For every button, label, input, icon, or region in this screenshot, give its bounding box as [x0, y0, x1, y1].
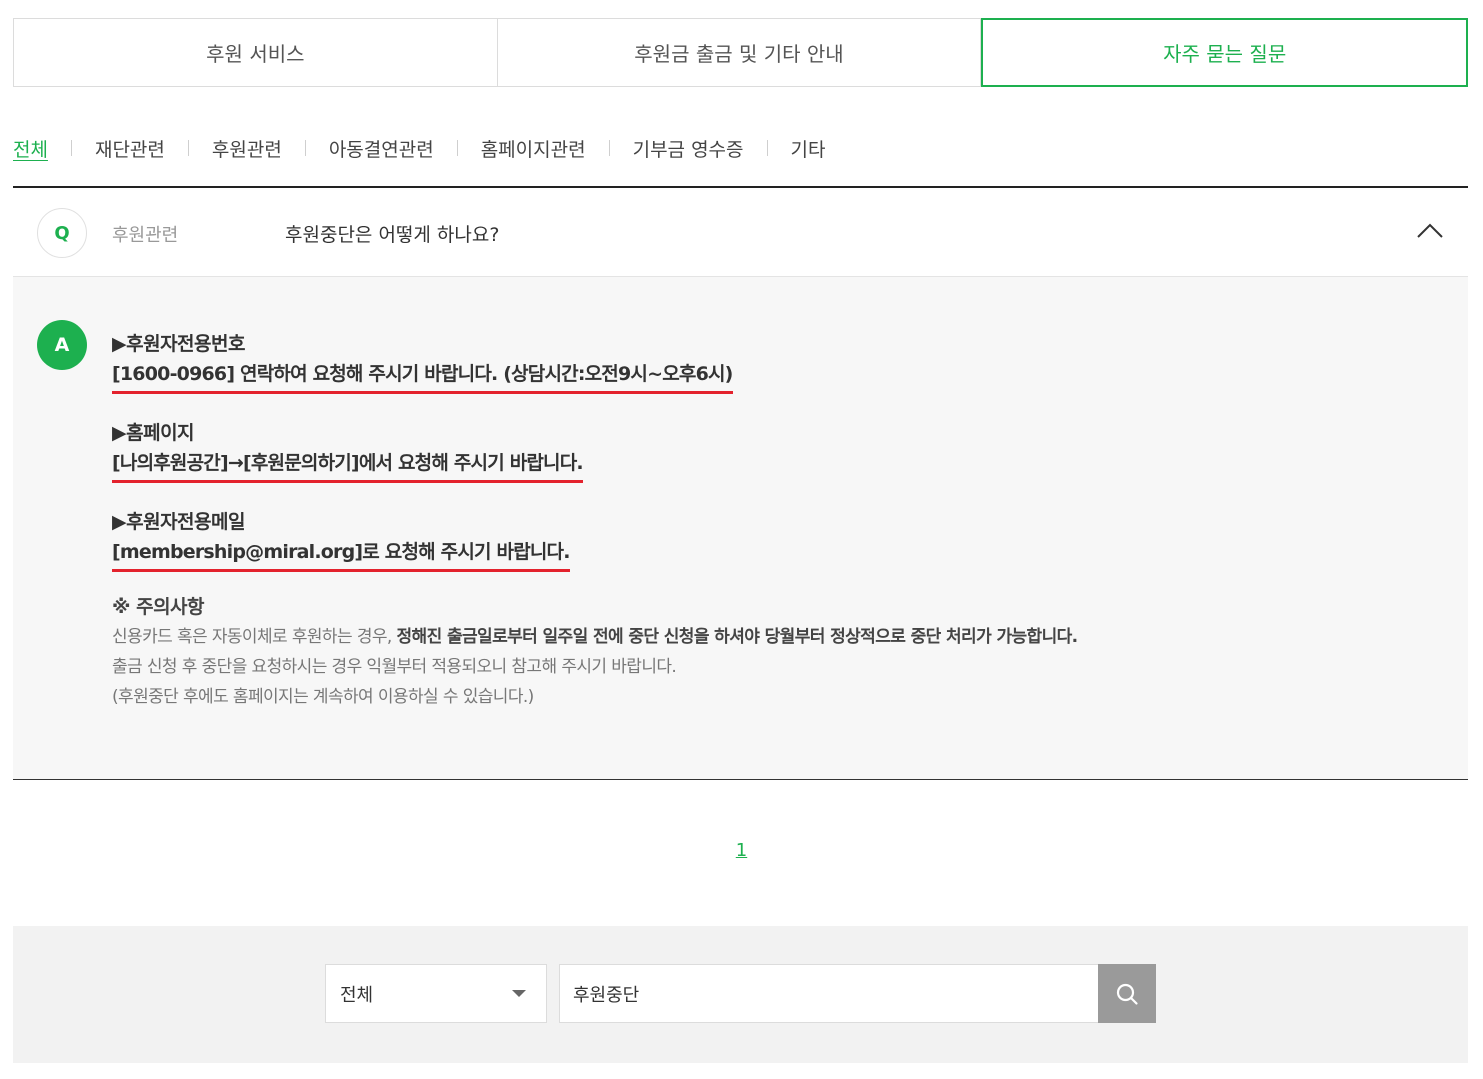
answer-block-homepage: ▶홈페이지 [나의후원공간]→[후원문의하기]에서 요청해 주시기 바랍니다. [112, 418, 1078, 483]
tab-faq[interactable]: 자주 묻는 질문 [981, 18, 1469, 87]
answer-heading: ▶홈페이지 [112, 422, 195, 444]
category-divider [304, 140, 306, 156]
answer-block-email: ▶후원자전용메일 [membership@miral.org]로 요청해 주시기… [112, 507, 1078, 572]
category-homepage[interactable]: 홈페이지관련 [481, 135, 586, 162]
category-foundation[interactable]: 재단관련 [95, 135, 165, 162]
caution-heading: ※ 주의사항 [112, 596, 205, 618]
faq-answer-panel: A ▶후원자전용번호 [1600-0966] 연락하여 요청해 주시기 바랍니다… [13, 277, 1468, 780]
search-icon [1116, 983, 1138, 1005]
answer-heading: ▶후원자전용번호 [112, 333, 245, 355]
question-badge: Q [37, 208, 87, 258]
search-category-select[interactable]: 전체 [325, 964, 547, 1023]
tab-withdrawal-info[interactable]: 후원금 출금 및 기타 안내 [497, 18, 982, 87]
answer-content: ▶후원자전용번호 [1600-0966] 연락하여 요청해 주시기 바랍니다. … [112, 329, 1078, 712]
category-etc[interactable]: 기타 [791, 135, 826, 162]
search-bar: 전체 [13, 926, 1468, 1063]
page-number-current[interactable]: 1 [736, 840, 747, 861]
answer-line: [나의후원공간]→[후원문의하기]에서 요청해 주시기 바랍니다. [112, 448, 584, 483]
pagination: 1 [0, 840, 1483, 861]
answer-block-phone: ▶후원자전용번호 [1600-0966] 연락하여 요청해 주시기 바랍니다. … [112, 329, 1078, 394]
chevron-up-icon[interactable] [1416, 220, 1444, 242]
category-nav: 전체 재단관련 후원관련 아동결연관련 홈페이지관련 기부금 영수증 기타 [13, 134, 825, 162]
category-divider [70, 140, 72, 156]
category-divider [608, 140, 610, 156]
question-category: 후원관련 [112, 225, 179, 246]
category-all[interactable]: 전체 [13, 135, 48, 162]
category-divider [456, 140, 458, 156]
tab-sponsor-service[interactable]: 후원 서비스 [13, 18, 498, 87]
answer-heading: ▶후원자전용메일 [112, 511, 245, 533]
search-button[interactable] [1098, 964, 1156, 1023]
search-input[interactable] [559, 964, 1099, 1023]
category-donation-receipt[interactable]: 기부금 영수증 [633, 135, 744, 162]
answer-line: [membership@miral.org]로 요청해 주시기 바랍니다. [112, 537, 570, 572]
select-value: 전체 [340, 984, 374, 1006]
caution-line: (후원중단 후에도 홈페이지는 계속하여 이용하실 수 있습니다.) [112, 687, 534, 707]
caution-emphasis: 정해진 출금일로부터 일주일 전에 중단 신청을 하셔야 당월부터 정상적으로 … [396, 627, 1079, 647]
question-text: 후원중단은 어떻게 하나요? [285, 224, 500, 246]
answer-line: [1600-0966] 연락하여 요청해 주시기 바랍니다. (상담시간:오전9… [112, 359, 733, 394]
faq-list: Q 후원관련 후원중단은 어떻게 하나요? A ▶후원자전용번호 [1600-0… [13, 186, 1468, 780]
category-child-sponsorship[interactable]: 아동결연관련 [329, 135, 434, 162]
caution-line: 출금 신청 후 중단을 요청하시는 경우 익월부터 적용되오니 참고해 주시기 … [112, 657, 677, 677]
category-divider [187, 140, 189, 156]
top-tabs: 후원 서비스 후원금 출금 및 기타 안내 자주 묻는 질문 [13, 18, 1469, 87]
caution-line: 신용카드 혹은 자동이체로 후원하는 경우, 정해진 출금일로부터 일주일 전에… [112, 622, 1078, 652]
caution-text: 신용카드 혹은 자동이체로 후원하는 경우, [112, 627, 397, 647]
category-sponsorship[interactable]: 후원관련 [212, 135, 282, 162]
caret-down-icon [512, 990, 526, 997]
answer-badge: A [37, 320, 87, 370]
faq-question-row[interactable]: Q 후원관련 후원중단은 어떻게 하나요? [13, 188, 1468, 277]
category-divider [766, 140, 768, 156]
